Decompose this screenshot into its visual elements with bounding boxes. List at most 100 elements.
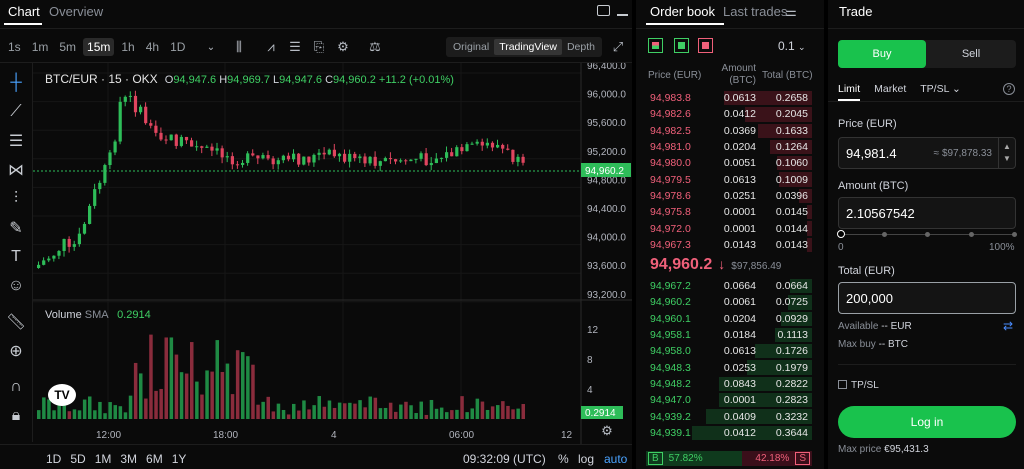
magnet-icon[interactable]: ∩ bbox=[3, 374, 29, 400]
sell-button[interactable]: Sell bbox=[926, 40, 1016, 68]
interval-1m[interactable]: 1m bbox=[28, 38, 53, 56]
view-original[interactable]: Original bbox=[448, 41, 494, 53]
range-6m[interactable]: 6M bbox=[146, 452, 163, 466]
price-cell: 94,967.3 bbox=[650, 238, 691, 251]
ruler-icon[interactable]: 📏︎ bbox=[3, 309, 29, 335]
ask-row[interactable]: 94,982.5 0.0369 0.1633 bbox=[642, 123, 812, 139]
bid-row[interactable]: 94,947.0 0.0001 0.2823 bbox=[642, 392, 812, 408]
tab-tpsl[interactable]: TP/SL ⌄ bbox=[920, 83, 961, 101]
precision-select[interactable]: 0.1 ⌄ bbox=[778, 39, 806, 53]
interval-1d[interactable]: 1D bbox=[166, 38, 189, 56]
text-icon[interactable]: T bbox=[3, 244, 29, 270]
interval-4h[interactable]: 4h bbox=[142, 38, 163, 56]
bid-row[interactable]: 94,939.2 0.0409 0.3232 bbox=[642, 408, 812, 424]
pattern-icon[interactable]: ⋈ bbox=[3, 157, 29, 183]
view-depth[interactable]: Depth bbox=[562, 41, 600, 53]
emoji-icon[interactable]: ☺ bbox=[3, 273, 29, 299]
bid-row[interactable]: 94,958.0 0.0613 0.1726 bbox=[642, 343, 812, 359]
price-chart[interactable]: 96,400.0 96,000.0 95,600.0 95,200.0 94,800.0… bbox=[33, 63, 632, 444]
candle bbox=[511, 149, 515, 162]
alert-icon[interactable]: ⎘ bbox=[310, 38, 328, 56]
candle bbox=[307, 156, 311, 163]
settings-icon[interactable]: ⚙ bbox=[598, 422, 616, 440]
price-stepper[interactable]: ▲ ▼ bbox=[998, 138, 1015, 168]
last-trades-tab[interactable]: Last trades bbox=[723, 4, 787, 19]
ask-row[interactable]: 94,982.6 0.0412 0.2045 bbox=[642, 106, 812, 122]
chart-tab[interactable]: Chart bbox=[8, 4, 40, 19]
login-button[interactable]: Log in bbox=[838, 406, 1016, 438]
ask-row[interactable]: 94,978.6 0.0251 0.0396 bbox=[642, 188, 812, 204]
total-input[interactable]: 200,000 bbox=[838, 282, 1016, 314]
interval-15m[interactable]: 15m bbox=[83, 38, 115, 56]
ask-row[interactable]: 94,975.8 0.0001 0.0145 bbox=[642, 204, 812, 220]
tab-limit[interactable]: Limit bbox=[838, 83, 861, 101]
tab-market[interactable]: Market bbox=[874, 83, 906, 101]
interval-5m[interactable]: 5m bbox=[55, 38, 80, 56]
crosshair-icon[interactable]: ┼ bbox=[3, 70, 29, 96]
lock-icon[interactable]: 🔒︎ bbox=[3, 403, 29, 429]
ask-row[interactable]: 94,983.8 0.0613 0.2658 bbox=[642, 90, 812, 106]
view-asks-icon[interactable] bbox=[698, 38, 713, 53]
orderbook-tab[interactable]: Order book bbox=[650, 4, 715, 19]
auto-toggle[interactable]: auto bbox=[604, 452, 627, 466]
slider-tick[interactable] bbox=[881, 232, 887, 237]
gear-icon[interactable]: ⚙ bbox=[334, 38, 352, 56]
view-switcher: Original TradingView Depth bbox=[446, 37, 602, 57]
slider-tick[interactable] bbox=[1012, 232, 1017, 237]
range-1m[interactable]: 1M bbox=[95, 452, 112, 466]
bid-row[interactable]: 94,960.1 0.0204 0.0929 bbox=[642, 311, 812, 327]
ask-row[interactable]: 94,972.0 0.0001 0.0144 bbox=[642, 220, 812, 236]
indicators-icon[interactable]: ⩘ bbox=[262, 38, 280, 56]
transfer-icon[interactable]: ⇄ bbox=[1003, 319, 1013, 333]
ask-row[interactable]: 94,967.3 0.0143 0.0143 bbox=[642, 237, 812, 253]
candles-icon[interactable]: ⫼ bbox=[230, 38, 248, 56]
ask-row[interactable]: 94,979.5 0.0613 0.1009 bbox=[642, 171, 812, 187]
bid-row[interactable]: 94,967.2 0.0664 0.0664 bbox=[642, 278, 812, 294]
slider-tick[interactable] bbox=[968, 232, 974, 237]
range-bar: 1D 5D 1M 3M 6M 1Y bbox=[46, 452, 186, 466]
overview-tab[interactable]: Overview bbox=[49, 4, 103, 19]
view-bids-icon[interactable] bbox=[674, 38, 689, 53]
amount-input[interactable]: 2.10567542 bbox=[838, 197, 1016, 229]
slider-tick[interactable] bbox=[925, 232, 930, 237]
trendline-icon[interactable]: ⟋ bbox=[3, 99, 29, 125]
volume-bar bbox=[470, 408, 474, 419]
window-icon[interactable] bbox=[597, 5, 610, 16]
log-toggle[interactable]: log bbox=[578, 452, 594, 466]
bid-row[interactable]: 94,960.2 0.0061 0.0725 bbox=[642, 294, 812, 310]
view-both-icon[interactable] bbox=[648, 38, 663, 53]
view-tradingview[interactable]: TradingView bbox=[494, 39, 562, 55]
volume-bar bbox=[113, 405, 117, 419]
ask-row[interactable]: 94,981.0 0.0204 0.1264 bbox=[642, 139, 812, 155]
filter-icon[interactable]: ⚌ bbox=[782, 3, 800, 21]
range-3m[interactable]: 3M bbox=[120, 452, 137, 466]
range-1y[interactable]: 1Y bbox=[172, 452, 187, 466]
fib-icon[interactable]: ⫶ bbox=[3, 186, 29, 212]
range-1d[interactable]: 1D bbox=[46, 452, 61, 466]
list-icon[interactable]: ☰ bbox=[286, 38, 304, 56]
horizontal-lines-icon[interactable]: ☰ bbox=[3, 128, 29, 154]
range-5d[interactable]: 5D bbox=[70, 452, 85, 466]
price-input[interactable]: 94,981.4 ≈ $97,878.33 ▲ ▼ bbox=[838, 137, 1016, 169]
symbol-label[interactable]: BTC/EUR · 15 · OKX bbox=[45, 72, 158, 86]
volume-bar bbox=[414, 413, 418, 419]
minimize-icon[interactable] bbox=[617, 14, 628, 16]
interval-1h[interactable]: 1h bbox=[117, 38, 138, 56]
amount-cell: 0.0204 bbox=[723, 141, 756, 154]
ask-row[interactable]: 94,980.0 0.0051 0.1060 bbox=[642, 155, 812, 171]
zoom-in-icon[interactable]: ⊕ bbox=[3, 338, 29, 364]
brush-icon[interactable]: ✎ bbox=[3, 215, 29, 241]
bid-row[interactable]: 94,948.2 0.0843 0.2822 bbox=[642, 376, 812, 392]
chevron-down-icon[interactable]: ⌄ bbox=[202, 38, 220, 56]
tab-underline bbox=[646, 23, 724, 25]
help-icon[interactable]: ? bbox=[1003, 83, 1015, 95]
percent-toggle[interactable]: % bbox=[558, 452, 569, 466]
bid-row[interactable]: 94,958.1 0.0184 0.1113 bbox=[642, 327, 812, 343]
tpsl-checkbox[interactable] bbox=[838, 380, 847, 389]
scales-icon[interactable]: ⚖ bbox=[366, 38, 384, 56]
bid-row[interactable]: 94,948.3 0.0253 0.1979 bbox=[642, 359, 812, 375]
expand-icon[interactable]: ⤢ bbox=[609, 38, 627, 56]
interval-1s[interactable]: 1s bbox=[4, 38, 25, 56]
buy-button[interactable]: Buy bbox=[838, 40, 926, 68]
bid-row[interactable]: 94,939.1 0.0412 0.3644 bbox=[642, 425, 812, 441]
